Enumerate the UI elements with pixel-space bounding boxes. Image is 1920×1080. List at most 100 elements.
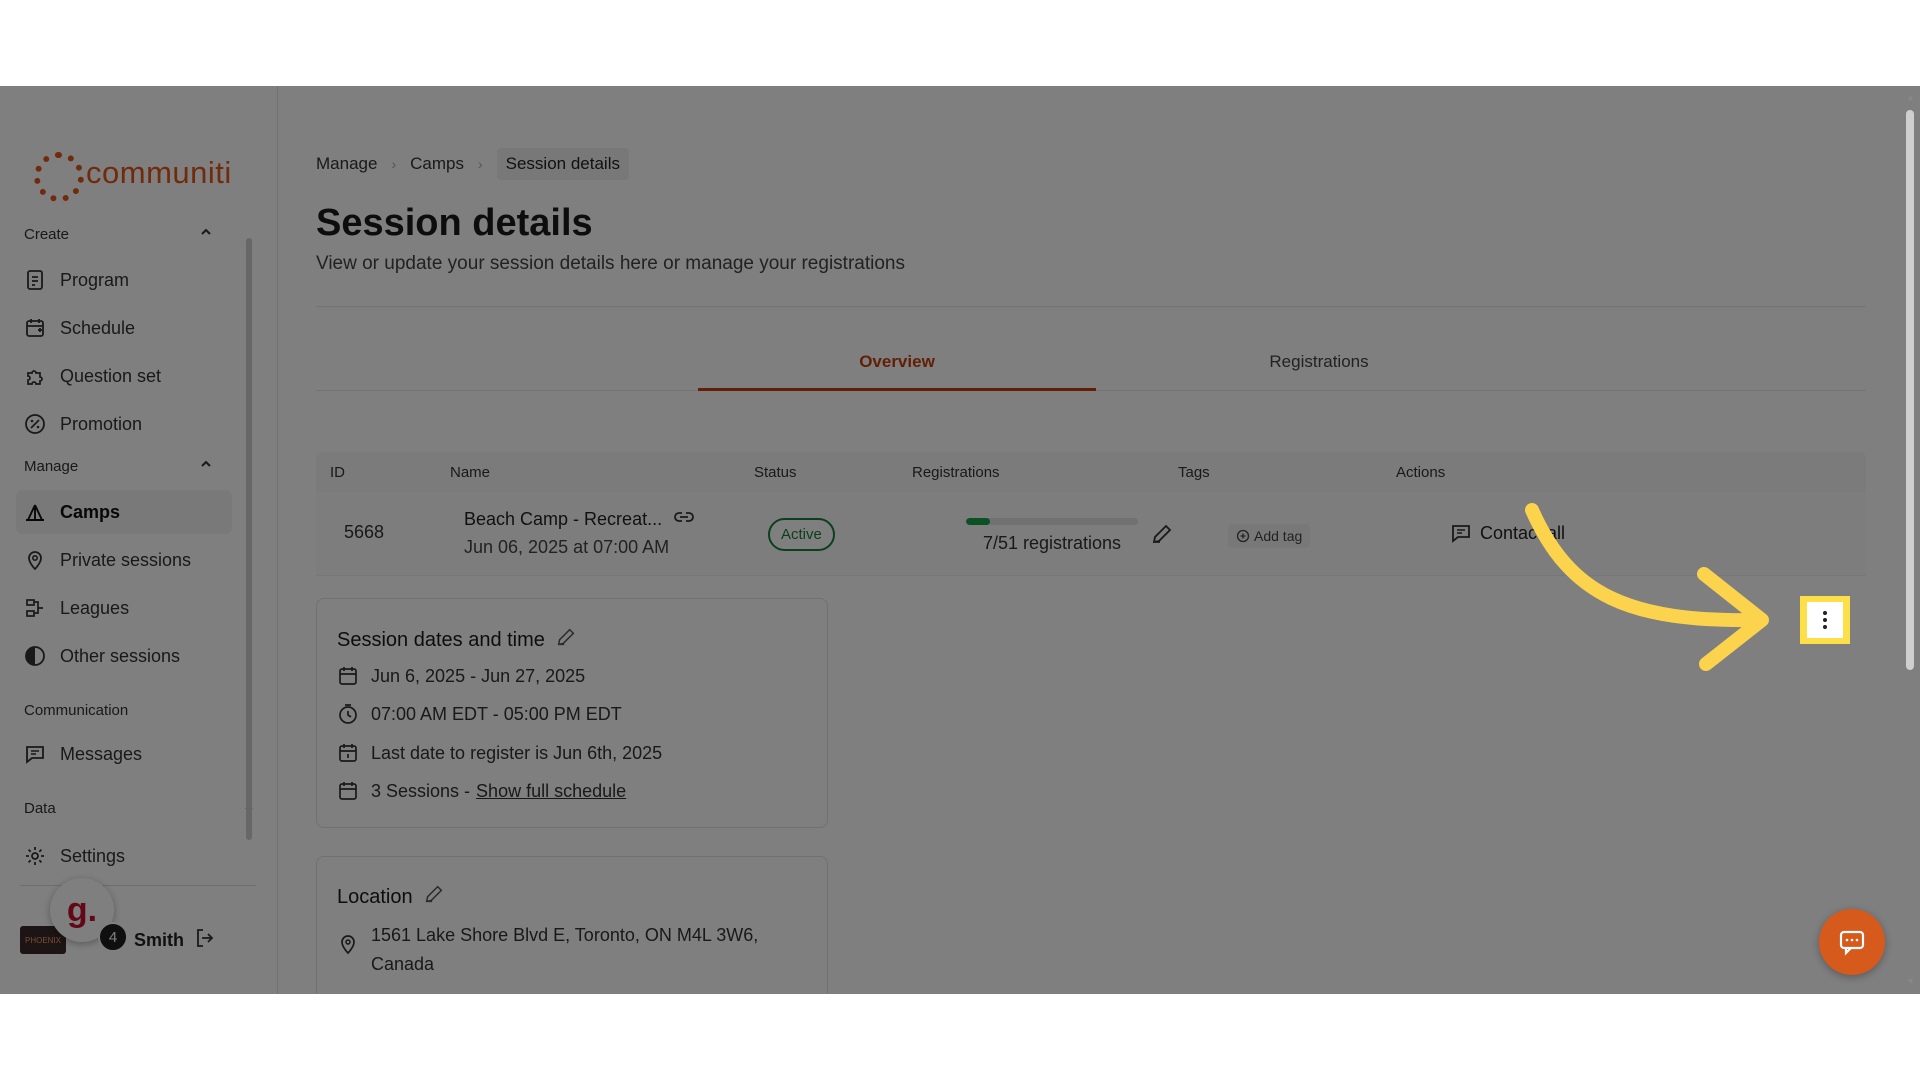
- address-line-2: Canada: [371, 954, 435, 974]
- sidebar-item-label: Settings: [60, 845, 126, 866]
- add-tag-label: Add tag: [1254, 528, 1303, 544]
- more-actions-button[interactable]: [1807, 602, 1843, 638]
- sidebar-item-label: Promotion: [60, 413, 143, 434]
- gear-icon: [22, 843, 48, 869]
- pencil-icon[interactable]: [413, 883, 445, 911]
- status-badge: Active: [768, 518, 835, 551]
- column-header-name: Name: [450, 464, 491, 481]
- sidebar-item-camps[interactable]: Camps: [16, 490, 232, 534]
- show-full-schedule-link[interactable]: Show full schedule: [476, 781, 626, 802]
- person-pin-icon: [22, 547, 48, 573]
- chevron-up-icon[interactable]: [200, 226, 212, 238]
- column-header-actions: Actions: [1396, 464, 1446, 481]
- page-scrollbar[interactable]: [1906, 110, 1914, 670]
- sidebar-item-label: Question set: [60, 365, 162, 386]
- calendar-icon: [339, 782, 357, 800]
- breadcrumb-manage[interactable]: Manage: [316, 154, 377, 174]
- progress-fill: [966, 518, 990, 525]
- time-range: 07:00 AM EDT - 05:00 PM EDT: [337, 703, 622, 725]
- card-title: Session dates and time: [337, 626, 577, 654]
- sidebar-item-private-sessions[interactable]: Private sessions: [16, 538, 232, 582]
- address-line-1: 1561 Lake Shore Blvd E, Toronto, ON M4L …: [371, 925, 759, 945]
- sidebar-item-settings[interactable]: Settings: [16, 834, 232, 878]
- tab-overview[interactable]: Overview: [698, 352, 1096, 372]
- session-date: Jun 06, 2025 at 07:00 AM: [464, 537, 670, 557]
- page-title: Session details: [316, 202, 593, 244]
- sidebar-item-label: Program: [60, 269, 130, 290]
- bracket-icon: [22, 595, 48, 621]
- tab-registrations[interactable]: Registrations: [1120, 352, 1518, 372]
- active-tab-indicator: [698, 388, 1096, 391]
- session-name-text: Beach Camp - Recreat...: [464, 509, 663, 529]
- table-header: ID Name Status Registrations Tags Action…: [316, 452, 1866, 492]
- clock-icon: [339, 704, 357, 724]
- sidebar-item-label: Schedule: [60, 317, 136, 338]
- tent-icon: [22, 499, 48, 525]
- session-dates-title: Session dates and time: [337, 628, 545, 651]
- sessions-count: 3 Sessions - Show full schedule: [337, 780, 626, 802]
- sidebar-divider: [20, 885, 256, 886]
- last-register-date: Last date to register is Jun 6th, 2025: [337, 742, 662, 764]
- column-header-tags: Tags: [1178, 464, 1210, 481]
- chevron-up-icon[interactable]: [200, 458, 212, 470]
- sidebar-item-question-set[interactable]: Question set: [16, 354, 232, 398]
- section-label-create: Create: [24, 226, 70, 243]
- sidebar-item-leagues[interactable]: Leagues: [16, 586, 232, 630]
- session-dates-card: Session dates and time Jun 6, 2025 - Jun…: [316, 598, 828, 828]
- sidebar-scrollbar[interactable]: [246, 238, 252, 840]
- progress-track: [966, 518, 1138, 525]
- half-circle-icon: [22, 643, 48, 669]
- date-range: Jun 6, 2025 - Jun 27, 2025: [337, 665, 585, 687]
- chevron-right-icon: ›: [391, 156, 397, 172]
- date-range-text: Jun 6, 2025 - Jun 27, 2025: [371, 665, 586, 686]
- session-name[interactable]: Beach Camp - Recreat...: [464, 508, 696, 531]
- column-header-registrations: Registrations: [912, 464, 1000, 481]
- sidebar-item-promotion[interactable]: Promotion: [16, 402, 232, 446]
- communiti-logo[interactable]: communiti: [34, 152, 232, 202]
- sidebar-item-other-sessions[interactable]: Other sessions: [16, 634, 232, 678]
- sidebar-item-messages[interactable]: Messages: [16, 732, 232, 776]
- sidebar-item-label: Camps: [60, 501, 121, 522]
- sidebar: communiti Create Program Schedule Questi…: [0, 86, 278, 994]
- more-actions-highlight[interactable]: [1800, 596, 1850, 644]
- logout-icon[interactable]: [194, 927, 216, 954]
- chat-icon: [1839, 930, 1865, 956]
- sidebar-item-label: Private sessions: [60, 549, 192, 570]
- breadcrumb: Manage › Camps › Session details: [316, 148, 629, 180]
- puzzle-icon: [22, 363, 48, 389]
- scroll-up-icon[interactable]: ▲: [1906, 92, 1915, 102]
- sessions-count-text: 3 Sessions -: [371, 780, 471, 801]
- breadcrumb-current: Session details: [496, 148, 629, 180]
- calendar-plus-icon: [22, 315, 48, 341]
- document-icon: [22, 267, 48, 293]
- calendar-icon: [339, 667, 357, 685]
- location-address: 1561 Lake Shore Blvd E, Toronto, ON M4L …: [337, 921, 758, 979]
- sidebar-item-label: Other sessions: [60, 645, 181, 666]
- sidebar-item-label: Messages: [60, 743, 143, 764]
- session-id: 5668: [344, 522, 385, 542]
- scroll-down-icon[interactable]: ▼: [1906, 976, 1915, 986]
- map-pin-icon: [341, 935, 355, 955]
- chevron-right-icon: ›: [477, 156, 483, 172]
- last-register-text: Last date to register is Jun 6th, 2025: [371, 742, 663, 763]
- pencil-icon[interactable]: [545, 626, 577, 654]
- breadcrumb-camps[interactable]: Camps: [410, 154, 464, 174]
- logo-text: communiti: [86, 155, 232, 190]
- message-icon: [1452, 525, 1470, 543]
- kebab-menu-icon: [1823, 611, 1827, 629]
- pencil-icon[interactable]: [1150, 522, 1174, 551]
- notification-count-badge: 4: [98, 922, 128, 952]
- registrations-progress: 7/51 registrations: [966, 518, 1138, 554]
- link-icon[interactable]: [672, 508, 696, 531]
- card-title: Location: [337, 883, 445, 911]
- registrations-count: 7/51 registrations: [982, 533, 1122, 553]
- divider: [316, 306, 1866, 307]
- logo-ring-icon: [34, 152, 84, 202]
- user-name: Smith: [134, 929, 185, 950]
- section-label-data: Data: [24, 800, 56, 817]
- add-tag-button[interactable]: Add tag: [1228, 524, 1311, 548]
- location-title: Location: [337, 885, 413, 908]
- chat-button[interactable]: [1819, 909, 1885, 975]
- sidebar-item-schedule[interactable]: Schedule: [16, 306, 232, 350]
- sidebar-item-program[interactable]: Program: [16, 258, 232, 302]
